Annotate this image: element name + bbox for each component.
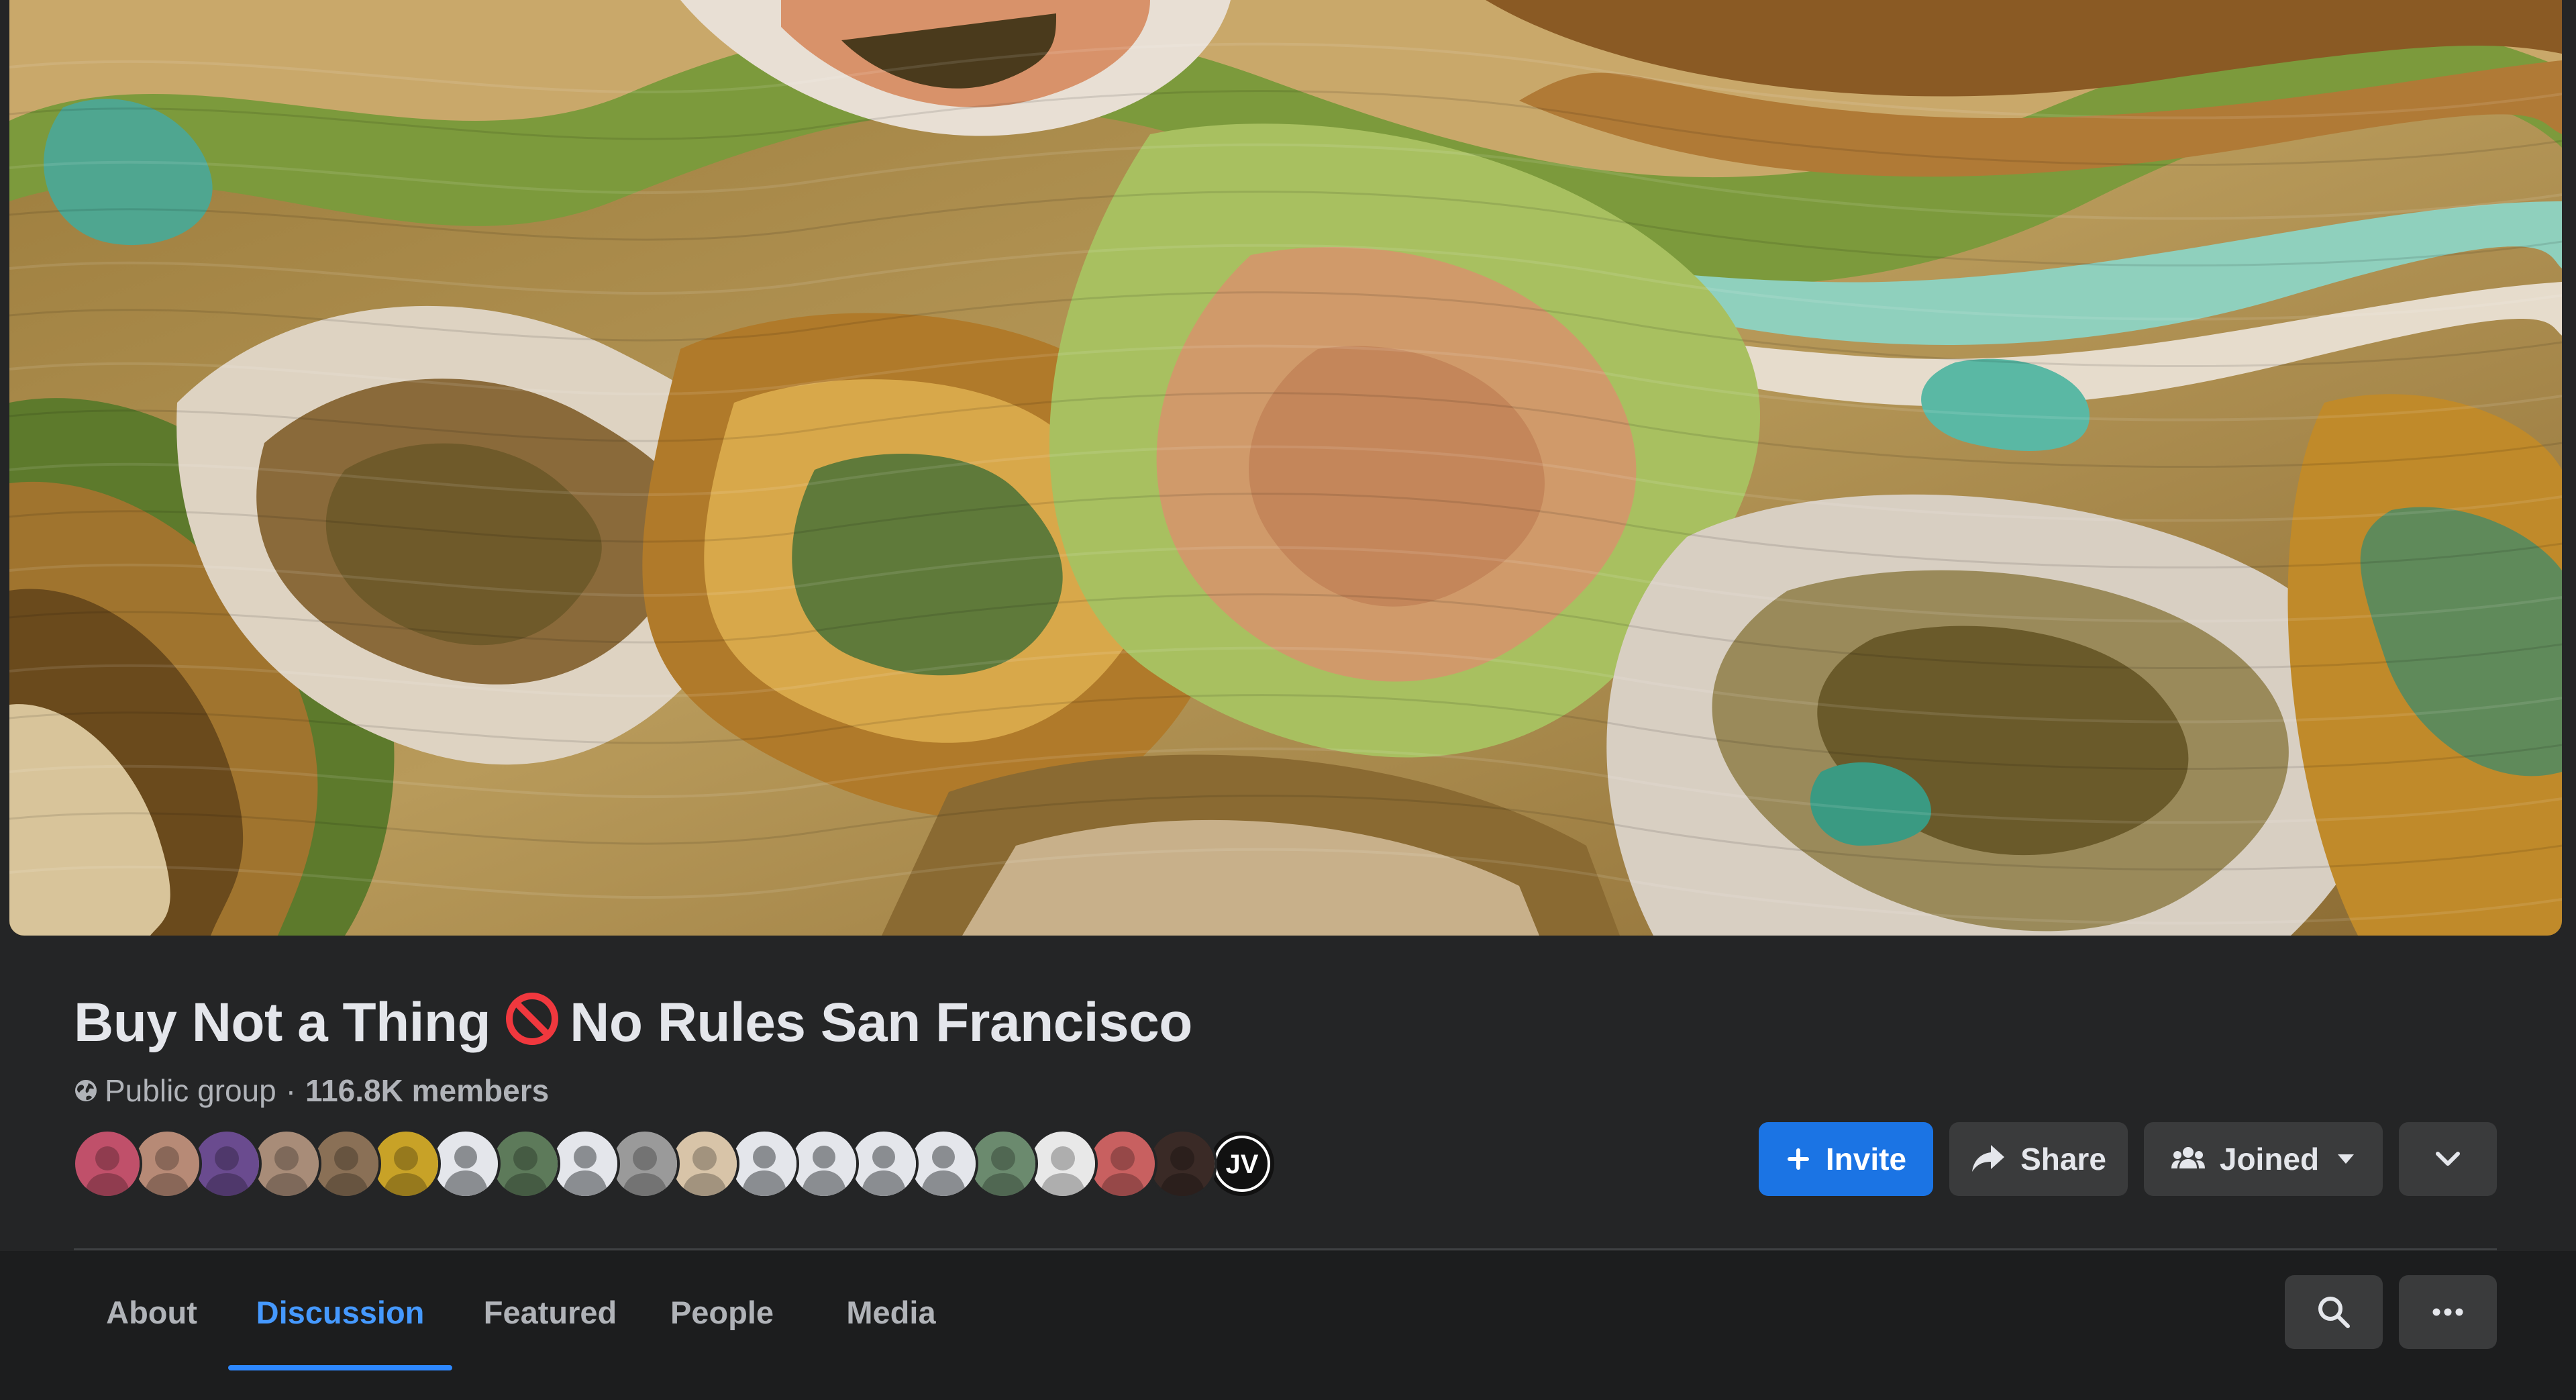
share-label: Share xyxy=(2020,1142,2106,1177)
member-avatar-11[interactable] xyxy=(670,1129,739,1199)
caret-down-icon xyxy=(2338,1154,2355,1164)
group-title-part1: Buy Not a Thing xyxy=(74,992,491,1054)
active-tab-indicator xyxy=(228,1365,452,1370)
member-count[interactable]: 116.8K members xyxy=(305,1072,549,1109)
member-avatar-16[interactable] xyxy=(968,1129,1038,1199)
globe-icon xyxy=(75,1080,97,1101)
header-divider xyxy=(74,1248,2497,1250)
cover-photo[interactable] xyxy=(9,0,2562,936)
tab-about[interactable]: About xyxy=(90,1287,213,1337)
member-avatar-17[interactable] xyxy=(1028,1129,1098,1199)
more-options-button[interactable] xyxy=(2399,1275,2497,1349)
share-button[interactable]: Share xyxy=(1949,1122,2128,1196)
tab-media[interactable]: Media xyxy=(811,1287,972,1337)
tab-discussion[interactable]: Discussion xyxy=(228,1287,452,1337)
plus-icon xyxy=(1787,1148,1809,1170)
member-avatar-3[interactable] xyxy=(192,1129,262,1199)
joined-label: Joined xyxy=(2219,1142,2320,1177)
meta-separator: · xyxy=(285,1073,297,1108)
prohibited-icon xyxy=(506,993,559,1046)
member-avatar-7[interactable] xyxy=(431,1129,501,1199)
member-avatar-1[interactable] xyxy=(72,1129,142,1199)
member-avatar-12[interactable] xyxy=(729,1129,799,1199)
more-horizontal-icon xyxy=(2432,1308,2463,1316)
group-page: Buy Not a Thing No Rules San Francisco P… xyxy=(0,0,2576,1400)
search-button[interactable] xyxy=(2285,1275,2383,1349)
group-title-part2: No Rules San Francisco xyxy=(570,992,1192,1054)
group-meta: Public group · 116.8K members xyxy=(74,1072,549,1109)
avatar-monogram: JV xyxy=(1226,1150,1259,1179)
member-avatar-14[interactable] xyxy=(849,1129,919,1199)
search-icon xyxy=(2318,1297,2350,1328)
member-avatar-6[interactable] xyxy=(371,1129,441,1199)
member-avatar-8[interactable] xyxy=(491,1129,560,1199)
invite-label: Invite xyxy=(1825,1142,1907,1177)
group-members-icon xyxy=(2171,1147,2205,1168)
member-avatars[interactable]: JV xyxy=(72,1129,1277,1199)
member-avatar-4[interactable] xyxy=(252,1129,321,1199)
share-arrow-icon xyxy=(1972,1145,2005,1172)
group-title[interactable]: Buy Not a Thing No Rules San Francisco xyxy=(74,988,1192,1054)
member-avatar-19[interactable] xyxy=(1147,1129,1217,1199)
member-avatar-18[interactable] xyxy=(1088,1129,1157,1199)
member-avatar-5[interactable] xyxy=(311,1129,381,1199)
member-avatar-20[interactable]: JV xyxy=(1207,1129,1277,1199)
member-avatar-9[interactable] xyxy=(550,1129,620,1199)
joined-button[interactable]: Joined xyxy=(2144,1122,2383,1196)
member-avatar-10[interactable] xyxy=(610,1129,680,1199)
member-avatar-13[interactable] xyxy=(789,1129,859,1199)
expand-button[interactable] xyxy=(2399,1122,2497,1196)
tab-featured[interactable]: Featured xyxy=(467,1287,633,1337)
member-avatar-2[interactable] xyxy=(132,1129,202,1199)
chevron-down-icon xyxy=(2436,1152,2460,1166)
privacy-label[interactable]: Public group xyxy=(105,1072,276,1109)
tab-people[interactable]: People xyxy=(648,1287,796,1337)
member-avatar-15[interactable] xyxy=(909,1129,978,1199)
invite-button[interactable]: Invite xyxy=(1759,1122,1933,1196)
